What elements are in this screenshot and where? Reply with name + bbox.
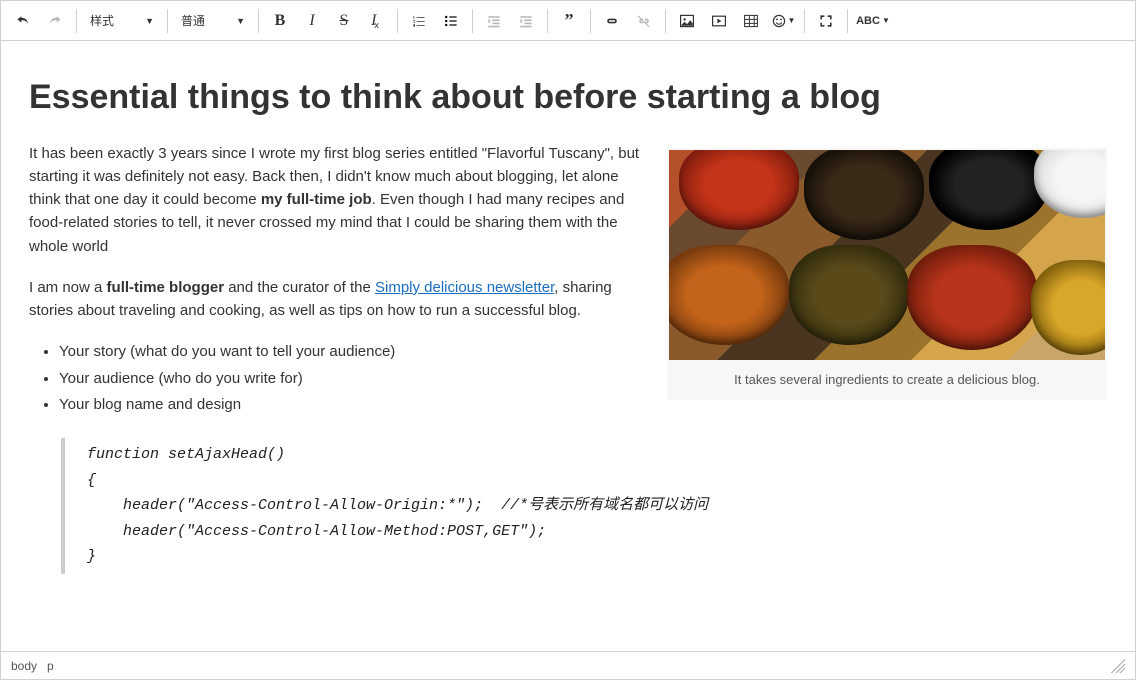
emoji-button[interactable]: ▼ [767,5,799,37]
text: I am now a [29,279,107,296]
format-label: 普通 [181,12,205,29]
chevron-down-icon: ▼ [882,16,890,25]
image-button[interactable] [671,5,703,37]
blockquote-button[interactable]: ” [553,5,585,37]
media-embed-icon [711,13,727,29]
path-segment-body[interactable]: body [11,659,37,673]
media-embed-button[interactable] [703,5,735,37]
strike-button[interactable]: S [328,5,360,37]
styles-label: 样式 [90,12,114,29]
separator [665,9,666,33]
spellcheck-label: ABC [856,15,880,27]
separator [76,9,77,33]
image-icon [679,13,695,29]
chevron-down-icon: ▼ [788,16,796,25]
italic-button[interactable]: I [296,5,328,37]
bold-text: my full-time job [261,191,372,208]
toolbar: 样式 ▼ 普通 ▼ B I S Ix ” [1,1,1135,41]
heading[interactable]: Essential things to think about before s… [29,71,1107,124]
table-icon [743,13,759,29]
bold-text: full-time blogger [107,279,225,296]
separator [547,9,548,33]
chevron-down-icon: ▼ [236,16,245,26]
remove-format-x-icon: x [374,20,379,30]
outdent-icon [486,13,502,29]
code-block[interactable]: function setAjaxHead() { header("Access-… [87,442,1107,570]
unlink-button[interactable] [628,5,660,37]
spellcheck-button[interactable]: ABC ▼ [853,5,893,37]
link-icon [604,13,620,29]
resize-handle[interactable] [1111,659,1125,673]
emoji-icon [771,13,787,29]
separator [258,9,259,33]
redo-button[interactable] [39,5,71,37]
separator [472,9,473,33]
editable-content[interactable]: Essential things to think about before s… [1,41,1135,651]
maximize-button[interactable] [810,5,842,37]
ckeditor-frame: 样式 ▼ 普通 ▼ B I S Ix ” [0,0,1136,680]
outdent-button[interactable] [478,5,510,37]
numbered-list-icon [411,13,427,29]
path-segment-p[interactable]: p [47,659,54,673]
separator [167,9,168,33]
indent-button[interactable] [510,5,542,37]
figure-image[interactable] [669,150,1105,360]
separator [847,9,848,33]
undo-button[interactable] [7,5,39,37]
figure-caption[interactable]: It takes several ingredients to create a… [669,360,1105,398]
bulleted-list-icon [443,13,459,29]
link-button[interactable] [596,5,628,37]
separator [590,9,591,33]
chevron-down-icon: ▼ [145,16,154,26]
blockquote[interactable]: function setAjaxHead() { header("Access-… [61,438,1107,574]
bold-button[interactable]: B [264,5,296,37]
unlink-icon [636,13,652,29]
styles-dropdown[interactable]: 样式 ▼ [82,5,162,37]
content-wrap: Essential things to think about before s… [1,41,1135,651]
separator [397,9,398,33]
undo-icon [15,13,31,29]
format-dropdown[interactable]: 普通 ▼ [173,5,253,37]
elements-path-bar: body p [1,651,1135,679]
figure[interactable]: It takes several ingredients to create a… [667,148,1107,400]
remove-format-button[interactable]: Ix [360,5,392,37]
text: and the curator of the [224,279,375,296]
indent-icon [518,13,534,29]
numbered-list-button[interactable] [403,5,435,37]
bulleted-list-button[interactable] [435,5,467,37]
table-button[interactable] [735,5,767,37]
maximize-icon [818,13,834,29]
redo-icon [47,13,63,29]
link[interactable]: Simply delicious newsletter [375,279,554,296]
separator [804,9,805,33]
